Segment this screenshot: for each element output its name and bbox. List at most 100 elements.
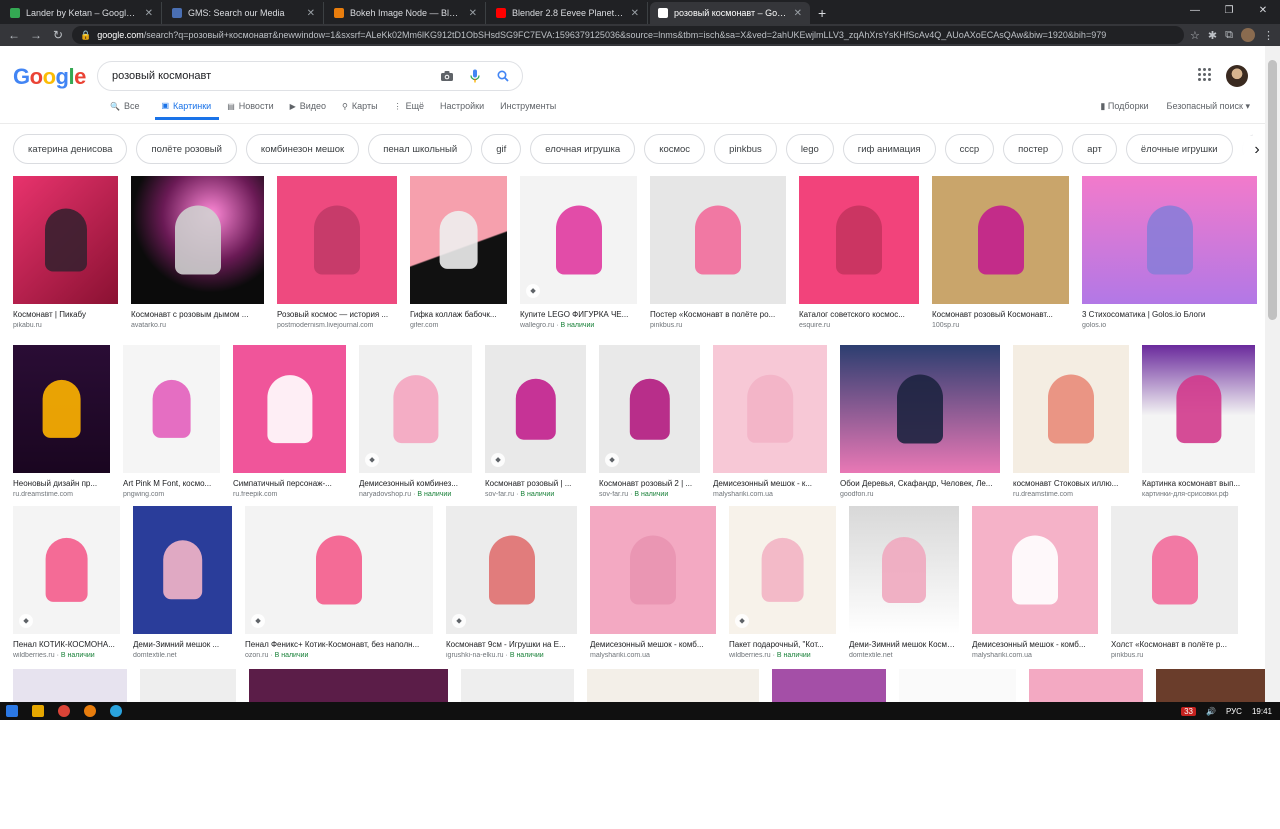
collections-link[interactable]: ▮ Подборки <box>1100 101 1148 112</box>
search-box[interactable]: розовый космонавт <box>97 61 523 91</box>
result-caption[interactable]: Пакет подарочный, "Кот... <box>729 640 836 649</box>
image-result[interactable]: ⬥ Пакет подарочный, "Кот... wildberries.ru… <box>729 506 836 659</box>
related-search-chip[interactable]: ёлочные игрушки <box>1125 134 1233 164</box>
tab-close-icon[interactable]: ✕ <box>469 8 477 19</box>
new-tab-button[interactable]: + <box>818 2 826 24</box>
tab-0[interactable]: 🔍 Все <box>110 100 147 120</box>
image-result[interactable]: Демисезонный мешок - комб... malyshariki.… <box>972 506 1098 659</box>
result-caption[interactable]: космонавт Стоковых иллю... <box>1013 479 1129 488</box>
result-caption[interactable]: Art Pink M Font, космо... <box>123 479 220 488</box>
back-icon[interactable]: ← <box>6 28 22 42</box>
tab-7[interactable]: Инструменты <box>500 100 564 120</box>
result-caption[interactable]: Купите LEGO ФИГУРКА ЧЕ... <box>520 310 637 319</box>
image-result[interactable]: ⬥ Пенал КОТИК-КОСМОНА... wildberries.ru · … <box>13 506 120 659</box>
tab-4[interactable]: ⚲ Карты <box>342 100 386 120</box>
google-logo[interactable]: Google <box>13 64 86 90</box>
result-caption[interactable]: Космонавт розовый Космонавт... <box>932 310 1069 319</box>
related-search-chip[interactable]: постер <box>1003 134 1064 164</box>
extension-icon[interactable]: ✱ <box>1208 29 1217 42</box>
result-thumbnail[interactable] <box>233 345 346 473</box>
result-caption[interactable]: Пенал КОТИК-КОСМОНА... <box>13 640 120 649</box>
image-result[interactable]: ⬥ Пенал Феникс+ Котик-Космонавт, без напо… <box>245 506 433 659</box>
result-caption[interactable]: Обои Деревья, Скафандр, Человек, Ле... <box>840 479 1000 488</box>
result-caption[interactable]: Демисезонный мешок - к... <box>713 479 827 488</box>
extensions-puzzle-icon[interactable]: ⧉ <box>1225 29 1233 42</box>
start-windows-icon[interactable] <box>6 705 18 717</box>
result-caption[interactable]: Космонавт | Пикабу <box>13 310 118 319</box>
page-scrollbar[interactable] <box>1265 46 1280 702</box>
result-thumbnail[interactable] <box>13 176 118 304</box>
result-thumbnail[interactable] <box>123 345 220 473</box>
browser-menu-icon[interactable]: ⋮ <box>1263 29 1274 42</box>
result-thumbnail[interactable]: ⬥ <box>599 345 700 473</box>
result-caption[interactable]: Неоновый дизайн пр... <box>13 479 110 488</box>
image-result[interactable]: Гифка коллаж бабочк... gifer.com <box>410 176 507 329</box>
result-thumbnail[interactable] <box>277 176 397 304</box>
image-result[interactable]: Каталог советского космос... esquire.ru <box>799 176 919 329</box>
result-caption[interactable]: Холст «Космонавт в полёте р... <box>1111 640 1238 649</box>
image-result[interactable]: ⬥ Купите LEGO ФИГУРКА ЧЕ... wallegro.ru · … <box>520 176 637 329</box>
image-result[interactable]: Деми-Зимний мешок ... domtextile.net <box>133 506 232 659</box>
result-caption[interactable]: Космонавт с розовым дымом ... <box>131 310 264 319</box>
result-thumbnail[interactable] <box>932 176 1069 304</box>
image-result[interactable]: Космонавт розовый Космонавт... 100sp.ru <box>932 176 1069 329</box>
browser-tab[interactable]: Bokeh Image Node — Blender M ✕ <box>326 2 486 24</box>
image-result[interactable]: Демисезонный мешок - комб... malyshariki.… <box>590 506 716 659</box>
related-search-chip[interactable]: gif <box>481 134 522 164</box>
result-thumbnail[interactable] <box>410 176 507 304</box>
tab-3[interactable]: ▶ Видео <box>290 100 334 120</box>
browser-tab[interactable]: GMS: Search our Media ✕ <box>164 2 324 24</box>
image-result[interactable]: космонавт Стоковых иллю... ru.dreamstime.… <box>1013 345 1129 498</box>
telegram-taskbar-icon[interactable] <box>110 705 122 717</box>
browser-tab[interactable]: розовый космонавт – Google П ✕ <box>650 2 810 24</box>
related-search-chip[interactable]: гиф анимация <box>842 134 936 164</box>
result-caption[interactable]: Космонавт розовый 2 | ... <box>599 479 700 488</box>
notification-badge[interactable]: 33 <box>1181 706 1196 716</box>
tab-close-icon[interactable]: ✕ <box>307 8 315 19</box>
related-search-chip[interactable]: елочная игрушка <box>530 134 636 164</box>
result-caption[interactable]: Демисезонный комбинез... <box>359 479 472 488</box>
result-caption[interactable]: Космонавт розовый | ... <box>485 479 586 488</box>
google-apps-icon[interactable] <box>1198 68 1212 82</box>
result-thumbnail[interactable] <box>13 345 110 473</box>
image-result[interactable]: Симпатичный персонаж-... ru.freepik.com <box>233 345 346 498</box>
result-thumbnail[interactable]: ⬥ <box>520 176 637 304</box>
image-result[interactable]: Картинка космонавт вып... картинки-для-ср… <box>1142 345 1255 498</box>
result-thumbnail[interactable] <box>131 176 264 304</box>
result-thumbnail[interactable]: ⬥ <box>13 506 120 634</box>
result-caption[interactable]: Демисезонный мешок - комб... <box>972 640 1098 649</box>
related-search-chip[interactable]: пенал школьный <box>368 134 473 164</box>
address-bar[interactable]: 🔒 google.com/search?q=розовый+космонавт&… <box>72 26 1185 44</box>
result-caption[interactable]: Каталог советского космос... <box>799 310 919 319</box>
result-thumbnail[interactable] <box>713 345 827 473</box>
result-thumbnail[interactable] <box>1082 176 1257 304</box>
result-thumbnail[interactable] <box>590 506 716 634</box>
tab-2[interactable]: ▤ Новости <box>227 100 281 120</box>
result-caption[interactable]: Симпатичный персонаж-... <box>233 479 346 488</box>
image-result[interactable]: Art Pink M Font, космо... pngwing.com <box>123 345 220 498</box>
result-thumbnail[interactable] <box>650 176 786 304</box>
tab-5[interactable]: ⋮ Ещё <box>394 100 432 120</box>
tab-close-icon[interactable]: ✕ <box>631 8 639 19</box>
result-thumbnail[interactable] <box>1013 345 1129 473</box>
file-explorer-icon[interactable] <box>32 705 44 717</box>
image-result[interactable]: ⬥ Космонавт розовый | ... sov-far.ru · В н… <box>485 345 586 498</box>
image-result[interactable]: Обои Деревья, Скафандр, Человек, Ле... go… <box>840 345 1000 498</box>
close-window-icon[interactable]: ✕ <box>1246 0 1280 22</box>
result-caption[interactable]: Гифка коллаж бабочк... <box>410 310 507 319</box>
tab-close-icon[interactable]: ✕ <box>145 8 153 19</box>
result-thumbnail[interactable]: ⬥ <box>446 506 577 634</box>
volume-icon[interactable]: 🔊 <box>1206 707 1216 716</box>
result-caption[interactable]: 3 Стихосоматика | Golos.io Блоги <box>1082 310 1257 319</box>
safe-search-link[interactable]: Безопасный поиск ▾ <box>1167 101 1250 112</box>
related-search-chip[interactable]: арт <box>1072 134 1117 164</box>
chrome-taskbar-icon[interactable] <box>58 705 70 717</box>
image-result[interactable]: Розовый космос — история ... postmodernis… <box>277 176 397 329</box>
result-caption[interactable]: Пенал Феникс+ Котик-Космонавт, без напол… <box>245 640 433 649</box>
result-thumbnail[interactable] <box>972 506 1098 634</box>
result-caption[interactable]: Деми-Зимний мешок ... <box>133 640 232 649</box>
related-search-chip[interactable]: космос <box>644 134 706 164</box>
result-thumbnail[interactable] <box>133 506 232 634</box>
image-result[interactable]: Космонавт | Пикабу pikabu.ru <box>13 176 118 329</box>
related-search-chip[interactable]: полёте розовый <box>136 134 237 164</box>
